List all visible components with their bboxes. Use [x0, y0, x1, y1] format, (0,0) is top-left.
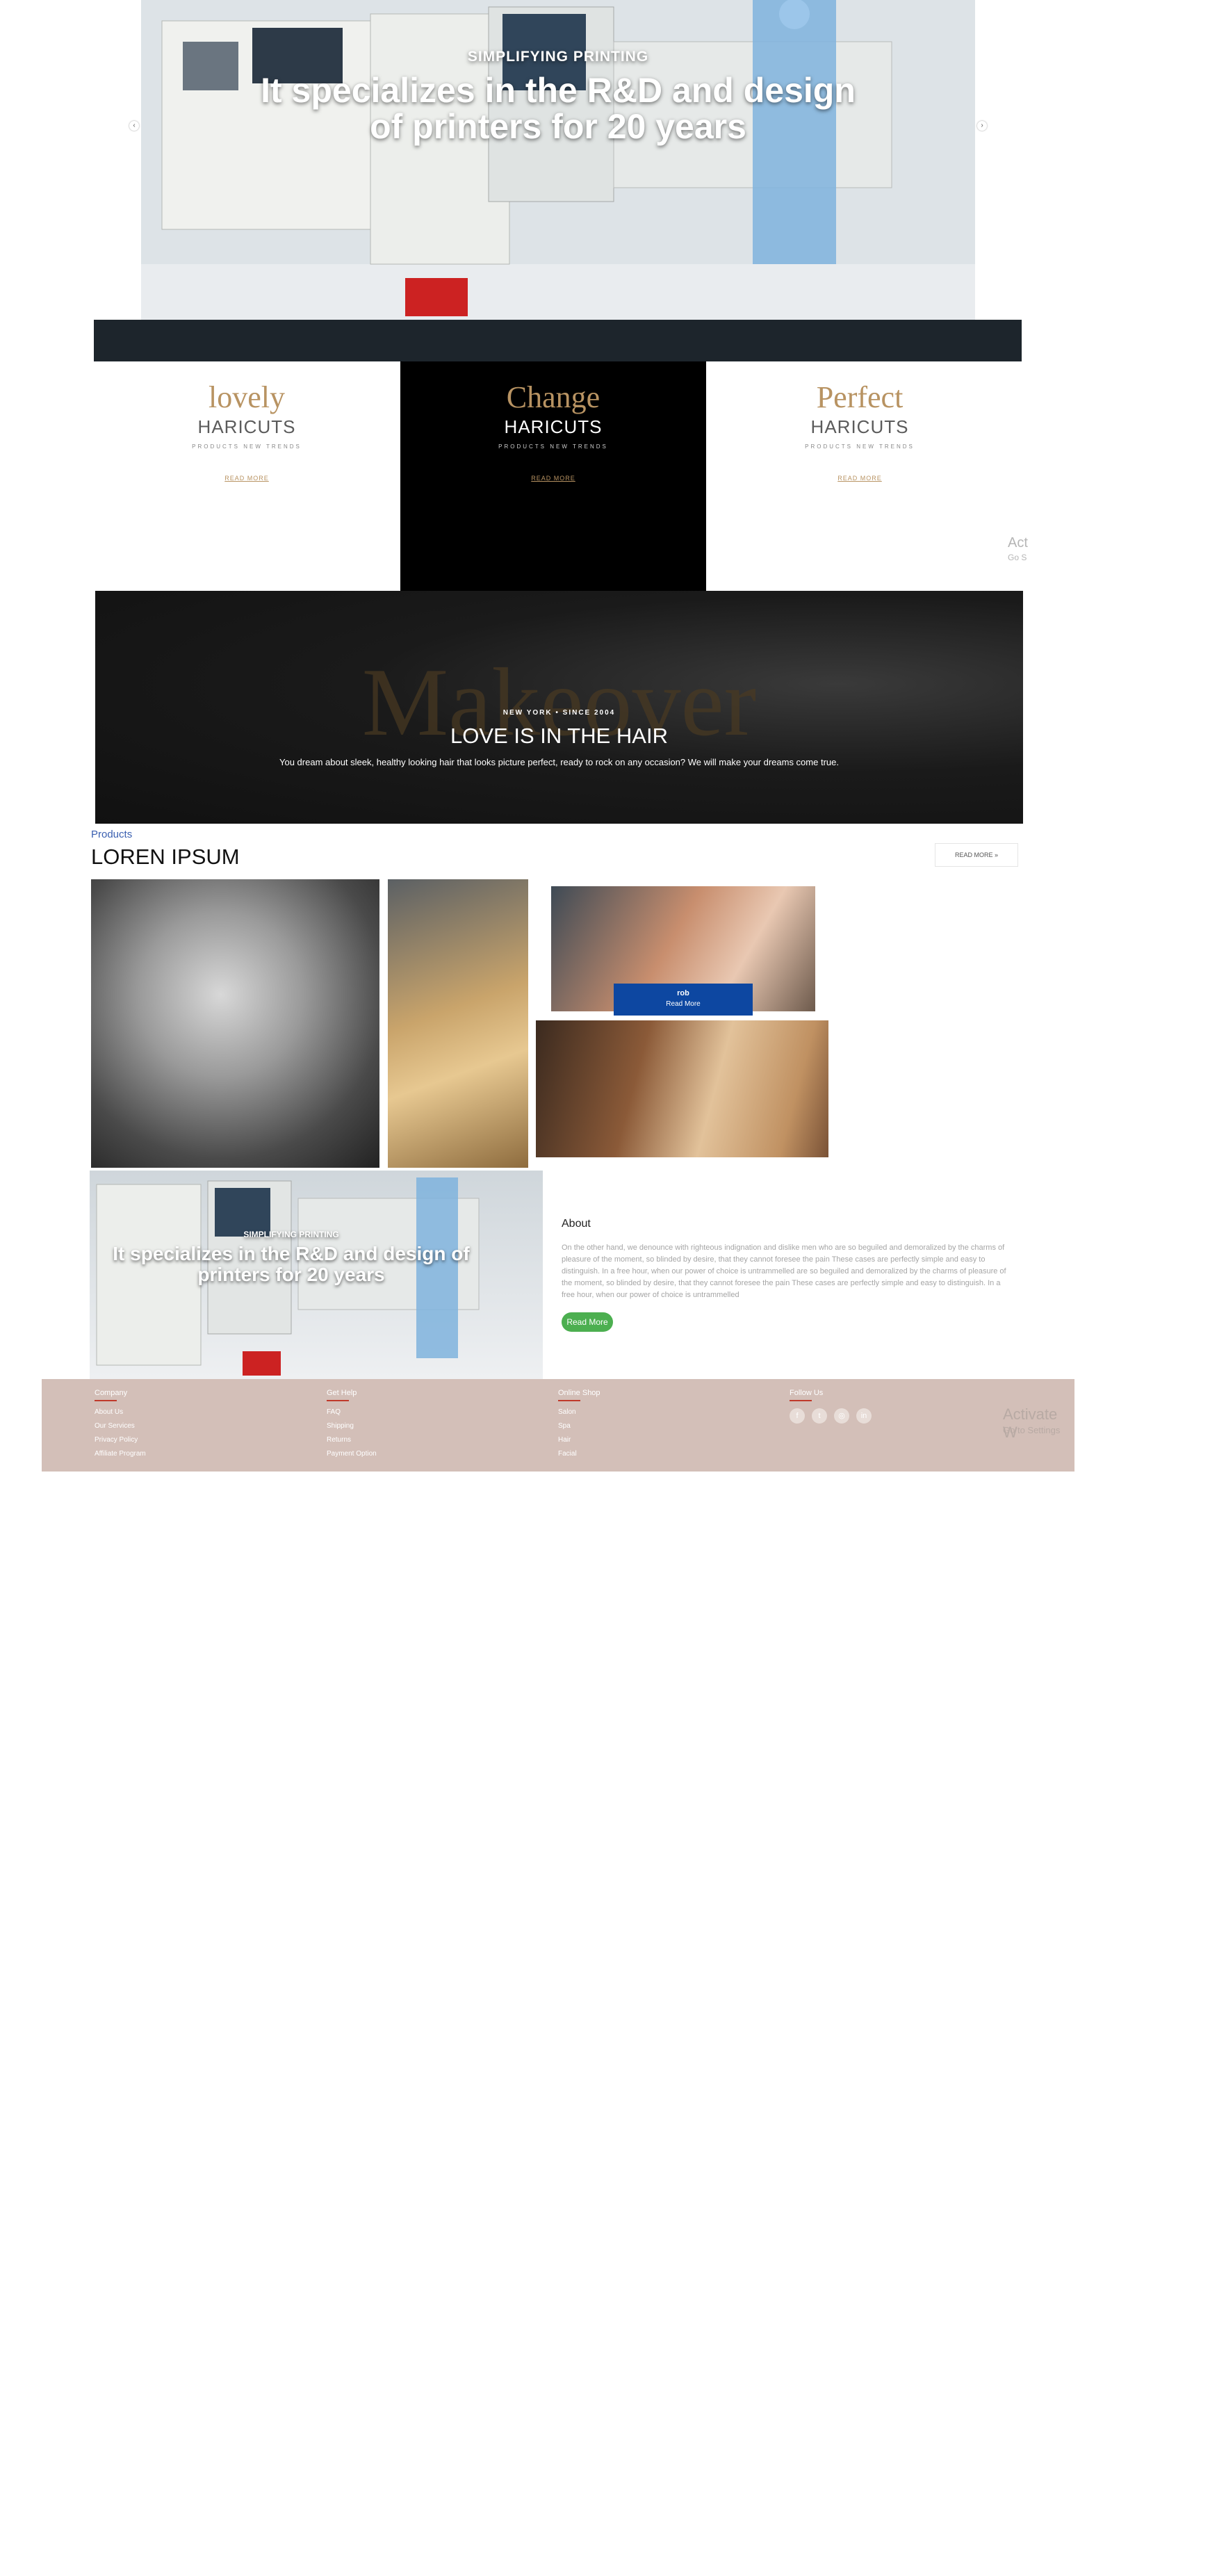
about-slider: SIMPLIFYING PRINTING It specializes in t…: [90, 1171, 543, 1379]
hair-cutting-image: [536, 1020, 828, 1157]
footer-link[interactable]: Privacy Policy: [95, 1436, 146, 1444]
product-overlay-link[interactable]: Read More: [614, 1000, 753, 1008]
blonde-hair-image: [388, 879, 528, 1168]
instagram-icon[interactable]: ◎: [834, 1408, 849, 1424]
facebook-icon[interactable]: f: [790, 1408, 805, 1424]
makeover-title: LOVE IS IN THE HAIR: [450, 724, 668, 748]
footer-link[interactable]: Spa: [558, 1422, 600, 1430]
activate-windows-title: Activate W: [1003, 1405, 1058, 1441]
footer-company-heading: Company: [95, 1389, 128, 1397]
footer-link[interactable]: Shipping: [327, 1422, 377, 1430]
card-word: Change: [506, 380, 600, 414]
hero-slider: SIMPLIFYING PRINTING It specializes in t…: [141, 0, 975, 320]
makeover-banner: Makeover NEW YORK • SINCE 2004 LOVE IS I…: [95, 591, 1023, 824]
product-overlay-title: rob: [677, 989, 689, 997]
card-word: Perfect: [816, 380, 904, 414]
card-read-more-link[interactable]: READ MORE: [94, 475, 400, 482]
footer-follow-heading: Follow Us: [790, 1389, 824, 1397]
footer-link[interactable]: Salon: [558, 1408, 600, 1416]
card-tagline: PRODUCTS NEW TRENDS: [498, 443, 608, 450]
hero-caption: SIMPLIFYING PRINTING It specializes in t…: [141, 49, 975, 145]
footer-link[interactable]: Payment Option: [327, 1450, 377, 1458]
feature-card-lovely: lovely HARICUTS PRODUCTS NEW TRENDS READ…: [94, 361, 400, 591]
about-body: On the other hand, we denounce with righ…: [562, 1244, 1006, 1299]
hair-face-image: [91, 879, 379, 1168]
footer-shop: Online Shop Salon Spa Hair Facial: [558, 1389, 600, 1464]
slider-prev-icon[interactable]: ‹: [129, 121, 139, 131]
about-slide-title: It specializes in the R&D and design of …: [113, 1243, 470, 1285]
footer-link[interactable]: Returns: [327, 1436, 377, 1444]
heading-underline: [790, 1400, 812, 1401]
footer-company: Company About Us Our Services Privacy Po…: [95, 1389, 146, 1464]
activate-watermark-title: Act: [1008, 535, 1028, 551]
activate-watermark-sub: Go S: [1008, 553, 1027, 562]
footer-shop-heading: Online Shop: [558, 1389, 600, 1397]
twitter-icon[interactable]: t: [812, 1408, 827, 1424]
feature-card-perfect: Perfect HARICUTS PRODUCTS NEW TRENDS REA…: [707, 361, 1013, 591]
card-tagline: PRODUCTS NEW TRENDS: [805, 443, 915, 450]
footer-follow: Follow Us f t ◎ in: [790, 1389, 878, 1424]
card-read-more-link[interactable]: READ MORE: [707, 475, 1013, 482]
about-heading: About: [562, 1218, 591, 1230]
about-read-more-button[interactable]: Read More: [562, 1312, 613, 1332]
activate-windows-sub: Go to Settings: [1003, 1425, 1061, 1435]
slider-next-icon[interactable]: ›: [977, 121, 987, 131]
feature-card-change: Change HARICUTS PRODUCTS NEW TRENDS READ…: [400, 361, 706, 591]
products-title: LOREN IPSUM: [91, 845, 240, 869]
site-footer: Company About Us Our Services Privacy Po…: [42, 1379, 1074, 1472]
card-sub: HARICUTS: [197, 416, 296, 437]
footer-link[interactable]: About Us: [95, 1408, 146, 1416]
about-slide-kicker: SIMPLIFYING PRINTING: [243, 1230, 339, 1239]
card-word: lovely: [209, 380, 285, 414]
factory-photo: [141, 0, 975, 320]
card-sub: HARICUTS: [504, 416, 603, 437]
hero-kicker: SIMPLIFYING PRINTING: [467, 49, 649, 65]
heading-underline: [558, 1400, 580, 1401]
makeover-text: You dream about sleek, healthy looking h…: [279, 757, 839, 767]
footer-link[interactable]: Hair: [558, 1436, 600, 1444]
heading-underline: [327, 1400, 349, 1401]
products-read-more-button[interactable]: READ MORE »: [935, 843, 1018, 867]
footer-link[interactable]: Affiliate Program: [95, 1450, 146, 1458]
footer-help: Get Help FAQ Shipping Returns Payment Op…: [327, 1389, 377, 1464]
hero-title: It specializes in the R&D and design of …: [261, 71, 856, 146]
footer-link[interactable]: Our Services: [95, 1422, 146, 1430]
heading-underline: [95, 1400, 117, 1401]
card-tagline: PRODUCTS NEW TRENDS: [192, 443, 302, 450]
makeover-caption: NEW YORK • SINCE 2004 LOVE IS IN THE HAI…: [95, 709, 1023, 767]
footer-help-heading: Get Help: [327, 1389, 357, 1397]
footer-link[interactable]: Facial: [558, 1450, 600, 1458]
about-slide-caption: SIMPLIFYING PRINTING It specializes in t…: [90, 1230, 493, 1285]
makeover-kicker: NEW YORK • SINCE 2004: [502, 709, 616, 717]
linkedin-icon[interactable]: in: [856, 1408, 872, 1424]
product-overlay[interactable]: rob Read More: [614, 984, 753, 1016]
card-read-more-link[interactable]: READ MORE: [400, 475, 706, 482]
footer-link[interactable]: FAQ: [327, 1408, 377, 1416]
products-label: Products: [91, 829, 133, 840]
card-sub: HARICUTS: [810, 416, 909, 437]
hero-bottom-bar: [94, 320, 1022, 361]
